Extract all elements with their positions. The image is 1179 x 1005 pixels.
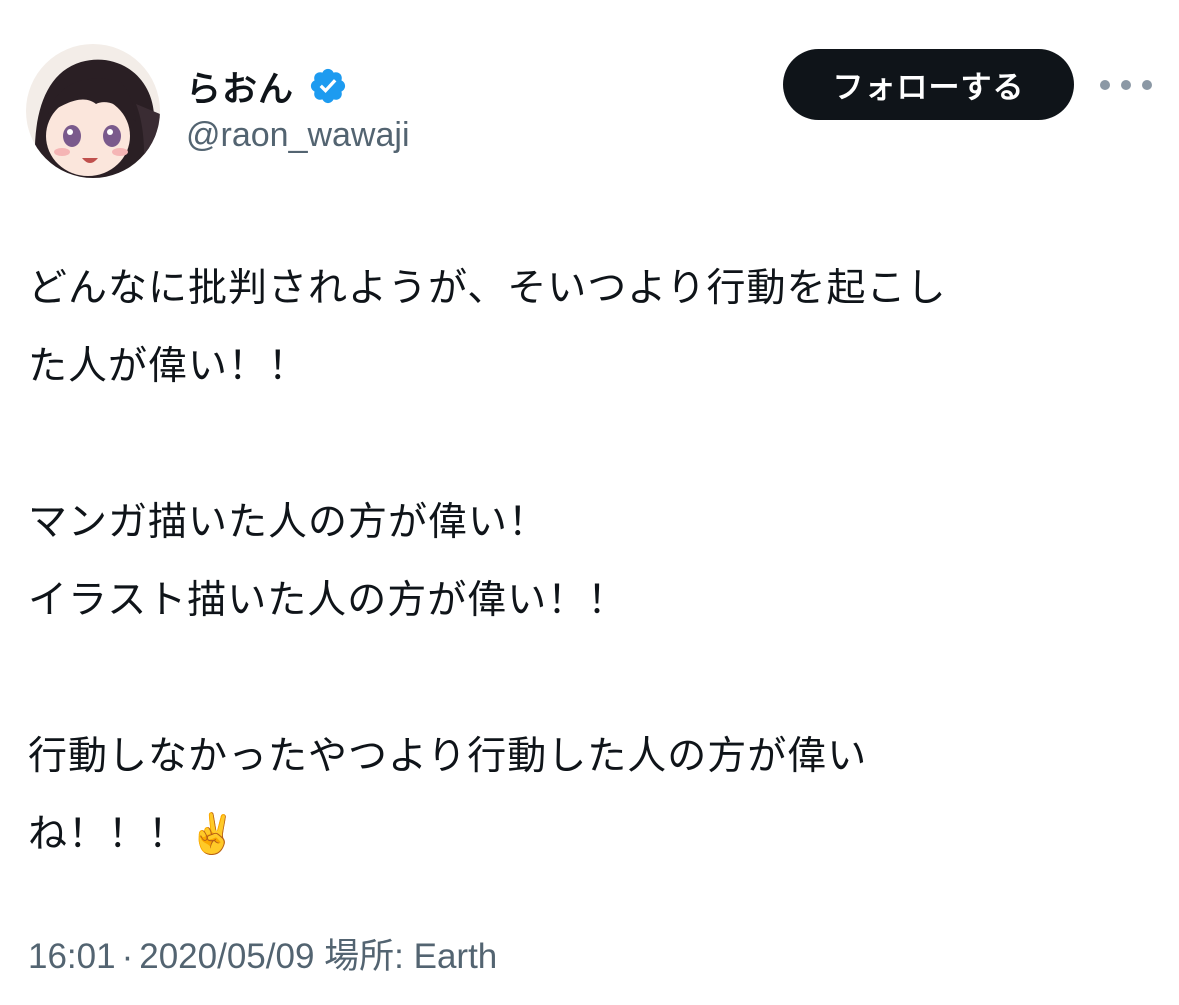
tweet-date[interactable]: 2020/05/09 bbox=[139, 937, 314, 976]
follow-button[interactable]: フォローする bbox=[783, 49, 1074, 120]
display-name[interactable]: らおん bbox=[186, 61, 294, 112]
more-dot bbox=[1100, 80, 1110, 90]
avatar[interactable] bbox=[26, 44, 160, 178]
more-options-icon[interactable] bbox=[1100, 70, 1152, 100]
tweet-line: イラスト描いた人の方が偉い！！ bbox=[28, 578, 628, 623]
tweet-line: ね！！！✌️ bbox=[28, 812, 238, 857]
display-name-row: らおん bbox=[186, 58, 348, 114]
tweet-line: 行動しなかったやつより行動した人の方が偉い bbox=[28, 734, 868, 779]
tweet-line: た人が偉い！！ bbox=[28, 344, 309, 389]
more-dot bbox=[1121, 80, 1131, 90]
verified-badge-icon bbox=[310, 68, 346, 104]
tweet-time[interactable]: 16:01 bbox=[28, 937, 116, 976]
tweet-header: らおん @raon_wawaji フォローする bbox=[0, 0, 1179, 200]
tweet-meta: 16:01 · 2020/05/09 場所: Earth bbox=[28, 928, 497, 979]
more-dot bbox=[1142, 80, 1152, 90]
user-handle[interactable]: @raon_wawaji bbox=[186, 116, 410, 155]
tweet-text: どんなに批判されようが、そいつより行動を起こし た人が偉い！！ マンガ描いた人の… bbox=[28, 250, 1138, 874]
meta-separator: · bbox=[121, 937, 134, 976]
tweet-line: どんなに批判されようが、そいつより行動を起こし bbox=[28, 266, 947, 311]
tweet-location: 場所: Earth bbox=[324, 937, 498, 976]
avatar-image bbox=[26, 44, 160, 178]
tweet-line: マンガ描いた人の方が偉い！ bbox=[28, 500, 549, 545]
